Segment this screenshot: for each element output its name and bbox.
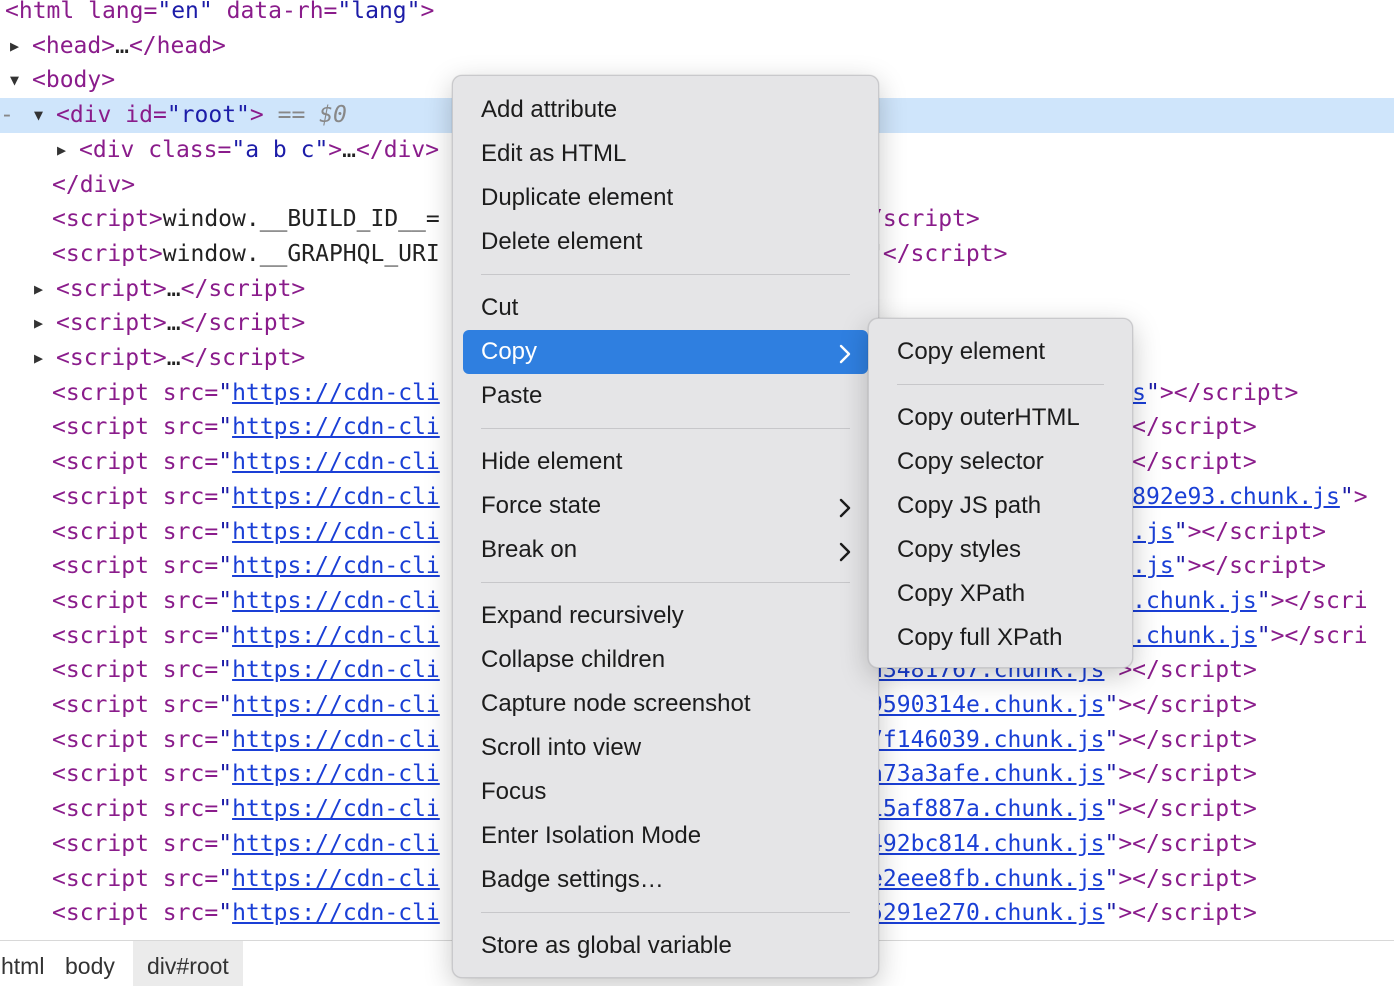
menu-item-break-on[interactable]: Break on [463, 528, 868, 572]
dom-node-markup: <script>…</script> [56, 275, 306, 302]
menu-item-badge-settings[interactable]: Badge settings… [463, 858, 868, 902]
dom-node[interactable]: <html lang="en" data-rh="lang"> [0, 0, 1394, 29]
script-src-link[interactable]: https://cdn-cli [232, 553, 440, 579]
expand-triangle-icon[interactable]: ▶ [34, 306, 43, 341]
menu-item-label: Copy full XPath [897, 624, 1063, 651]
script-src-link[interactable]: https://cdn-cli [232, 380, 440, 406]
menu-item-label: Break on [481, 536, 578, 563]
menu-item-enter-isolation-mode[interactable]: Enter Isolation Mode [463, 814, 868, 858]
collapse-triangle-icon[interactable]: ▼ [34, 98, 43, 133]
menu-item-label: Paste [481, 382, 543, 409]
script-src-link[interactable]: https://cdn-cli [232, 588, 440, 614]
dom-node[interactable]: ▶ <head>…</head> [0, 29, 1394, 64]
menu-item-label: Enter Isolation Mode [481, 822, 702, 849]
menu-item-add-attribute[interactable]: Add attribute [463, 88, 868, 132]
menu-item-copy-full-xpath[interactable]: Copy full XPath [879, 616, 1122, 660]
menu-item-copy-styles[interactable]: Copy styles [879, 528, 1122, 572]
breadcrumb-html[interactable]: html [0, 941, 58, 986]
selection-marker: - [0, 102, 14, 129]
menu-item-label: Force state [481, 492, 602, 519]
menu-separator [481, 428, 850, 429]
chevron-right-icon [838, 528, 852, 572]
menu-item-label: Scroll into view [481, 734, 642, 761]
menu-item-hide-element[interactable]: Hide element [463, 440, 868, 484]
script-src-link[interactable]: 14892e93.chunk.js [1104, 484, 1339, 510]
dom-node-markup: <body> [32, 67, 116, 94]
expand-triangle-icon[interactable]: ▶ [57, 133, 66, 168]
menu-item-delete-element[interactable]: Delete element [463, 220, 868, 264]
expand-triangle-icon[interactable]: ▶ [34, 272, 43, 307]
menu-separator [481, 912, 850, 913]
menu-item-label: Copy styles [897, 536, 1022, 563]
script-src-link[interactable]: https://cdn-cli [232, 866, 440, 892]
chevron-right-icon [838, 484, 852, 528]
dom-node-markup: <div class="a b c">…</div> [79, 136, 440, 163]
menu-item-copy-js-path[interactable]: Copy JS path [879, 484, 1122, 528]
menu-item-copy-xpath[interactable]: Copy XPath [879, 572, 1122, 616]
script-src-link[interactable]: https://cdn-cli [232, 484, 440, 510]
menu-item-label: Delete element [481, 228, 643, 255]
menu-item-store-as-global-variable[interactable]: Store as global variable [463, 924, 868, 968]
script-src-link[interactable]: https://cdn-cli [232, 761, 440, 787]
menu-item-label: Copy element [897, 338, 1046, 365]
menu-item-label: Copy selector [897, 448, 1044, 475]
script-src-link[interactable]: https://cdn-cli [232, 692, 440, 718]
menu-separator [481, 274, 850, 275]
dom-node-markup: <head>…</head> [32, 32, 226, 59]
script-src-link[interactable]: https://cdn-cli [232, 796, 440, 822]
breadcrumb-body[interactable]: body [51, 941, 129, 986]
menu-separator [481, 582, 850, 583]
dom-node-markup: <div id="root"> == $0 [56, 102, 347, 129]
menu-item-cut[interactable]: Cut [463, 286, 868, 330]
script-src-link[interactable]: https://cdn-cli [232, 449, 440, 475]
menu-item-label: Add attribute [481, 96, 618, 123]
menu-item-paste[interactable]: Paste [463, 374, 868, 418]
dom-node-markup: <html lang="en" data-rh="lang"> [5, 0, 435, 24]
dom-node-markup: <script>…</script> [56, 310, 306, 337]
script-src-link[interactable]: https://cdn-cli [232, 831, 440, 857]
menu-item-label: Store as global variable [481, 932, 732, 959]
menu-item-label: Copy outerHTML [897, 404, 1080, 431]
expand-triangle-icon[interactable]: ▶ [34, 341, 43, 376]
menu-item-label: Copy [481, 338, 538, 365]
menu-item-label: Capture node screenshot [481, 690, 751, 717]
breadcrumb-div-root[interactable]: div#root [133, 941, 243, 986]
menu-item-label: Collapse children [481, 646, 666, 673]
script-src-link[interactable]: https://cdn-cli [232, 519, 440, 545]
menu-item-label: Badge settings… [481, 866, 664, 893]
script-src-link[interactable]: https://cdn-cli [232, 623, 440, 649]
menu-item-copy[interactable]: Copy [463, 330, 868, 374]
menu-item-copy-outerhtml[interactable]: Copy outerHTML [879, 396, 1122, 440]
menu-item-label: Copy JS path [897, 492, 1042, 519]
menu-separator [897, 384, 1104, 385]
menu-item-label: Duplicate element [481, 184, 674, 211]
menu-item-label: Copy XPath [897, 580, 1026, 607]
dom-node-markup: <script>…</script> [56, 345, 306, 371]
menu-item-focus[interactable]: Focus [463, 770, 868, 814]
script-src-link[interactable]: https://cdn-cli [232, 727, 440, 753]
script-src-link[interactable]: https://cdn-cli [232, 414, 440, 440]
context-menu: Add attribute Edit as HTML Duplicate eleme… [452, 75, 879, 978]
menu-item-label: Focus [481, 778, 547, 805]
menu-item-copy-element[interactable]: Copy element [879, 330, 1122, 374]
menu-item-label: Hide element [481, 448, 623, 475]
menu-item-scroll-into-view[interactable]: Scroll into view [463, 726, 868, 770]
menu-item-copy-selector[interactable]: Copy selector [879, 440, 1122, 484]
expand-triangle-icon[interactable]: ▶ [10, 29, 19, 64]
menu-item-label: Cut [481, 294, 519, 321]
copy-submenu: Copy element Copy outerHTML Copy selector C… [868, 318, 1133, 668]
chevron-right-icon [838, 330, 852, 374]
menu-item-force-state[interactable]: Force state [463, 484, 868, 528]
menu-item-collapse-children[interactable]: Collapse children [463, 638, 868, 682]
menu-item-duplicate-element[interactable]: Duplicate element [463, 176, 868, 220]
collapse-triangle-icon[interactable]: ▼ [10, 63, 19, 98]
script-src-link[interactable]: https://cdn-cli [232, 657, 440, 683]
menu-item-edit-as-html[interactable]: Edit as HTML [463, 132, 868, 176]
menu-item-label: Edit as HTML [481, 140, 627, 167]
script-src-link[interactable]: https://cdn-cli [232, 900, 440, 926]
dom-node-markup: </div> [52, 171, 136, 198]
menu-item-label: Expand recursively [481, 602, 684, 629]
menu-item-capture-node-screenshot[interactable]: Capture node screenshot [463, 682, 868, 726]
menu-item-expand-recursively[interactable]: Expand recursively [463, 594, 868, 638]
